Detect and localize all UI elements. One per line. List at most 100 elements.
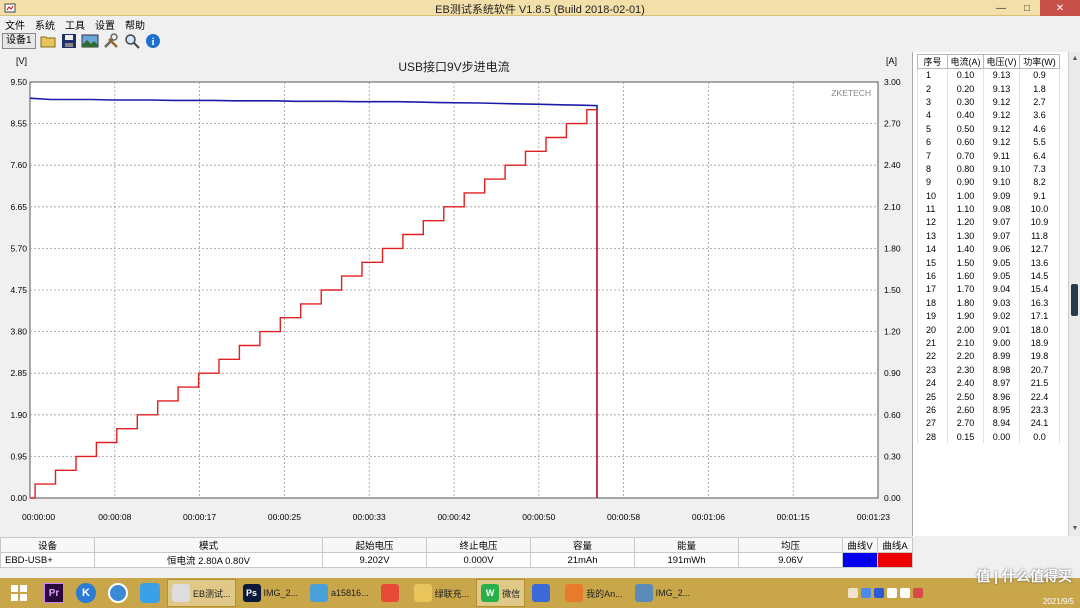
close-button[interactable]: ✕ [1040, 0, 1080, 16]
cell-power: 1.8 [1019, 81, 1060, 96]
bird-icon[interactable] [134, 578, 166, 608]
taskbar-task[interactable]: a15816... [305, 579, 374, 607]
taskbar-task[interactable]: IMG_2... [630, 579, 696, 607]
taskbar-task[interactable]: W 微信 [476, 579, 526, 607]
table-row[interactable]: 8 0.80 9.10 7.3 [917, 162, 1060, 176]
table-row[interactable]: 12 1.20 9.07 10.9 [917, 215, 1060, 230]
cell-current: 2.60 [947, 403, 984, 417]
image-icon[interactable] [81, 32, 99, 50]
search-icon[interactable] [123, 32, 141, 50]
table-row[interactable]: 6 0.60 9.12 5.5 [917, 135, 1060, 149]
summary-table: 设备 模式 起始电压 终止电压 容量 能量 均压 曲线V 曲线A EBD-USB… [0, 537, 913, 568]
folder-icon[interactable] [39, 32, 57, 50]
tray-bluetooth-icon[interactable] [874, 588, 884, 598]
summary-energy: 191mWh [634, 552, 739, 568]
col-header-index[interactable]: 序号 [917, 54, 948, 69]
curve-a-swatch[interactable] [877, 552, 913, 568]
kodi-icon[interactable]: K [70, 578, 102, 608]
table-row[interactable]: 17 1.70 9.04 15.4 [917, 282, 1060, 297]
taskbar-task[interactable]: 我的An... [560, 579, 628, 607]
maximize-button[interactable]: □ [1014, 0, 1040, 16]
table-row[interactable]: 4 0.40 9.12 3.6 [917, 108, 1060, 123]
tray-sync-icon[interactable] [861, 588, 871, 598]
clock-date[interactable]: 2021/9/5 [1043, 597, 1074, 606]
table-row[interactable]: 9 0.90 9.10 8.2 [917, 175, 1060, 190]
taskbar-task[interactable] [376, 579, 407, 607]
table-row[interactable]: 3 0.30 9.12 2.7 [917, 95, 1060, 109]
table-row[interactable]: 1 0.10 9.13 0.9 [917, 68, 1060, 82]
table-row[interactable]: 22 2.20 8.99 19.8 [917, 349, 1060, 364]
right-tick-label: 0.00 [884, 493, 901, 503]
tray-arrow-icon[interactable] [848, 588, 858, 598]
cell-voltage: 9.05 [983, 255, 1020, 270]
tray-ime-icon[interactable] [913, 588, 923, 598]
col-header-voltage[interactable]: 电压(V) [983, 54, 1020, 69]
taskbar-task[interactable]: EB测试... [167, 579, 236, 607]
taskbar-task[interactable] [527, 579, 558, 607]
table-row[interactable]: 7 0.70 9.11 6.4 [917, 148, 1060, 163]
right-axis-ticks: 0.00 0.30 0.60 0.90 1.20 1.50 1.80 2.10 2.40 2.70… [884, 77, 901, 503]
image-icon [634, 584, 653, 602]
x-tick-label: 00:00:25 [268, 512, 301, 522]
site-watermark: 值 | 什么值得买 [976, 568, 1072, 584]
taskbar-task-label: IMG_2... [263, 588, 299, 598]
table-row[interactable]: 19 1.90 9.02 17.1 [917, 309, 1060, 323]
cell-power: 22.4 [1019, 389, 1060, 404]
col-header-current[interactable]: 电流(A) [947, 54, 984, 69]
table-row[interactable]: 26 2.60 8.95 23.3 [917, 403, 1060, 417]
table-row[interactable]: 2 0.20 9.13 1.8 [917, 81, 1060, 96]
tools-icon[interactable] [102, 32, 120, 50]
save-icon[interactable] [60, 32, 78, 50]
table-row[interactable]: 13 1.30 9.07 11.8 [917, 229, 1060, 243]
col-header-power[interactable]: 功率(W) [1019, 54, 1060, 69]
cell-current: 1.20 [947, 215, 984, 230]
cell-voltage: 9.05 [983, 269, 1020, 283]
android-icon [565, 584, 584, 602]
taskbar-task[interactable]: 绿联充... [409, 579, 475, 607]
table-row[interactable]: 18 1.80 9.03 16.3 [917, 296, 1060, 310]
cell-index: 12 [917, 215, 948, 230]
table-row[interactable]: 10 1.00 9.09 9.1 [917, 189, 1060, 203]
curve-v-swatch[interactable] [842, 552, 878, 568]
menu-help[interactable]: 帮助 [120, 16, 150, 32]
menu-file[interactable]: 文件 [0, 16, 30, 32]
table-row[interactable]: 27 2.70 8.94 24.1 [917, 416, 1060, 431]
tray-volume-icon[interactable] [900, 588, 910, 598]
cell-power: 13.6 [1019, 255, 1060, 270]
info-icon[interactable]: i [144, 32, 162, 50]
left-tick-label: 0.00 [10, 493, 27, 503]
readings-scrollbar[interactable]: ▲ ▼ [1068, 52, 1080, 536]
chart-watermark: ZKETECH [831, 88, 871, 98]
cell-current: 2.50 [947, 389, 984, 404]
table-row[interactable]: 25 2.50 8.96 22.4 [917, 389, 1060, 404]
scroll-up-arrow[interactable]: ▲ [1069, 52, 1080, 66]
menu-settings[interactable]: 设置 [90, 16, 120, 32]
table-row[interactable]: 16 1.60 9.05 14.5 [917, 269, 1060, 283]
table-row[interactable]: 15 1.50 9.05 13.6 [917, 255, 1060, 270]
table-row[interactable]: 28 0.15 0.00 0.0 [917, 430, 1060, 444]
scroll-thumb[interactable] [1071, 284, 1078, 316]
minimize-button[interactable]: — [988, 0, 1014, 16]
table-row[interactable]: 14 1.40 9.06 12.7 [917, 242, 1060, 256]
cell-index: 10 [917, 189, 948, 203]
title-bar: EB测试系统软件 V1.8.5 (Build 2018-02-01) — □ ✕ [0, 0, 1080, 16]
table-row[interactable]: 20 2.00 9.01 18.0 [917, 322, 1060, 337]
browser-icon[interactable] [102, 578, 134, 608]
scroll-down-arrow[interactable]: ▼ [1069, 522, 1080, 536]
start-button[interactable] [0, 578, 38, 608]
table-row[interactable]: 5 0.50 9.12 4.6 [917, 122, 1060, 136]
table-row[interactable]: 23 2.30 8.98 20.7 [917, 363, 1060, 377]
tray-network-icon[interactable] [887, 588, 897, 598]
table-row[interactable]: 21 2.10 9.00 18.9 [917, 336, 1060, 350]
table-row[interactable]: 11 1.10 9.08 10.0 [917, 202, 1060, 216]
cell-voltage: 9.12 [983, 122, 1020, 136]
device-button[interactable]: 设备1 [2, 33, 36, 49]
menu-system[interactable]: 系统 [30, 16, 60, 32]
cell-voltage: 9.06 [983, 242, 1020, 256]
premiere-icon[interactable]: Pr [38, 578, 70, 608]
right-tick-label: 1.20 [884, 327, 901, 337]
taskbar-task[interactable]: Ps IMG_2... [238, 579, 304, 607]
menu-tools[interactable]: 工具 [60, 16, 90, 32]
x-tick-label: 00:00:08 [98, 512, 131, 522]
table-row[interactable]: 24 2.40 8.97 21.5 [917, 376, 1060, 390]
